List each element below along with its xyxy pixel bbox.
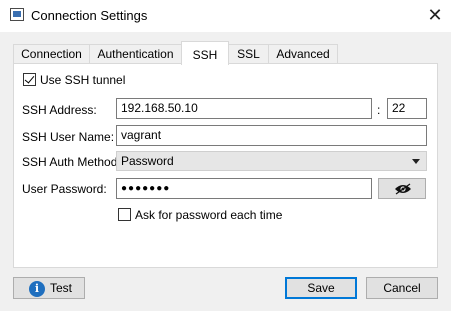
ssh-address-input[interactable]: 192.168.50.10 [116, 98, 372, 119]
chevron-down-icon [412, 159, 420, 164]
test-button-label: Test [50, 281, 73, 295]
ssh-auth-method-select[interactable]: Password [116, 151, 427, 171]
use-ssh-tunnel-checkbox[interactable] [23, 73, 36, 86]
tab-ssh[interactable]: SSH [181, 41, 229, 65]
tab-ssl[interactable]: SSL [228, 44, 269, 64]
show-password-button[interactable] [378, 178, 426, 199]
eye-icon [395, 183, 411, 195]
tab-advanced[interactable]: Advanced [268, 44, 338, 64]
test-button[interactable]: i Test [13, 277, 85, 299]
port-separator: : [377, 103, 381, 117]
ssh-address-label: SSH Address: [22, 103, 97, 117]
use-ssh-tunnel-label: Use SSH tunnel [40, 73, 126, 87]
window-icon [10, 8, 24, 21]
ask-password-checkbox[interactable] [118, 208, 131, 221]
user-password-input[interactable]: ●●●●●●● [116, 178, 372, 199]
close-icon[interactable]: ✕ [424, 4, 446, 26]
ssh-auth-method-label: SSH Auth Method: [22, 155, 121, 169]
title-bar: Connection Settings ✕ [0, 0, 451, 32]
user-password-label: User Password: [22, 182, 107, 196]
save-button[interactable]: Save [285, 277, 357, 299]
ssh-user-label: SSH User Name: [22, 130, 115, 144]
ask-password-label: Ask for password each time [135, 208, 283, 222]
tab-connection[interactable]: Connection [13, 44, 90, 64]
cancel-button[interactable]: Cancel [366, 277, 438, 299]
info-icon: i [29, 281, 45, 297]
ssh-port-input[interactable]: 22 [387, 98, 427, 119]
ssh-user-input[interactable]: vagrant [116, 125, 427, 146]
ssh-auth-method-value: Password [121, 154, 174, 168]
tab-authentication[interactable]: Authentication [89, 44, 182, 64]
window-title: Connection Settings [31, 8, 148, 23]
